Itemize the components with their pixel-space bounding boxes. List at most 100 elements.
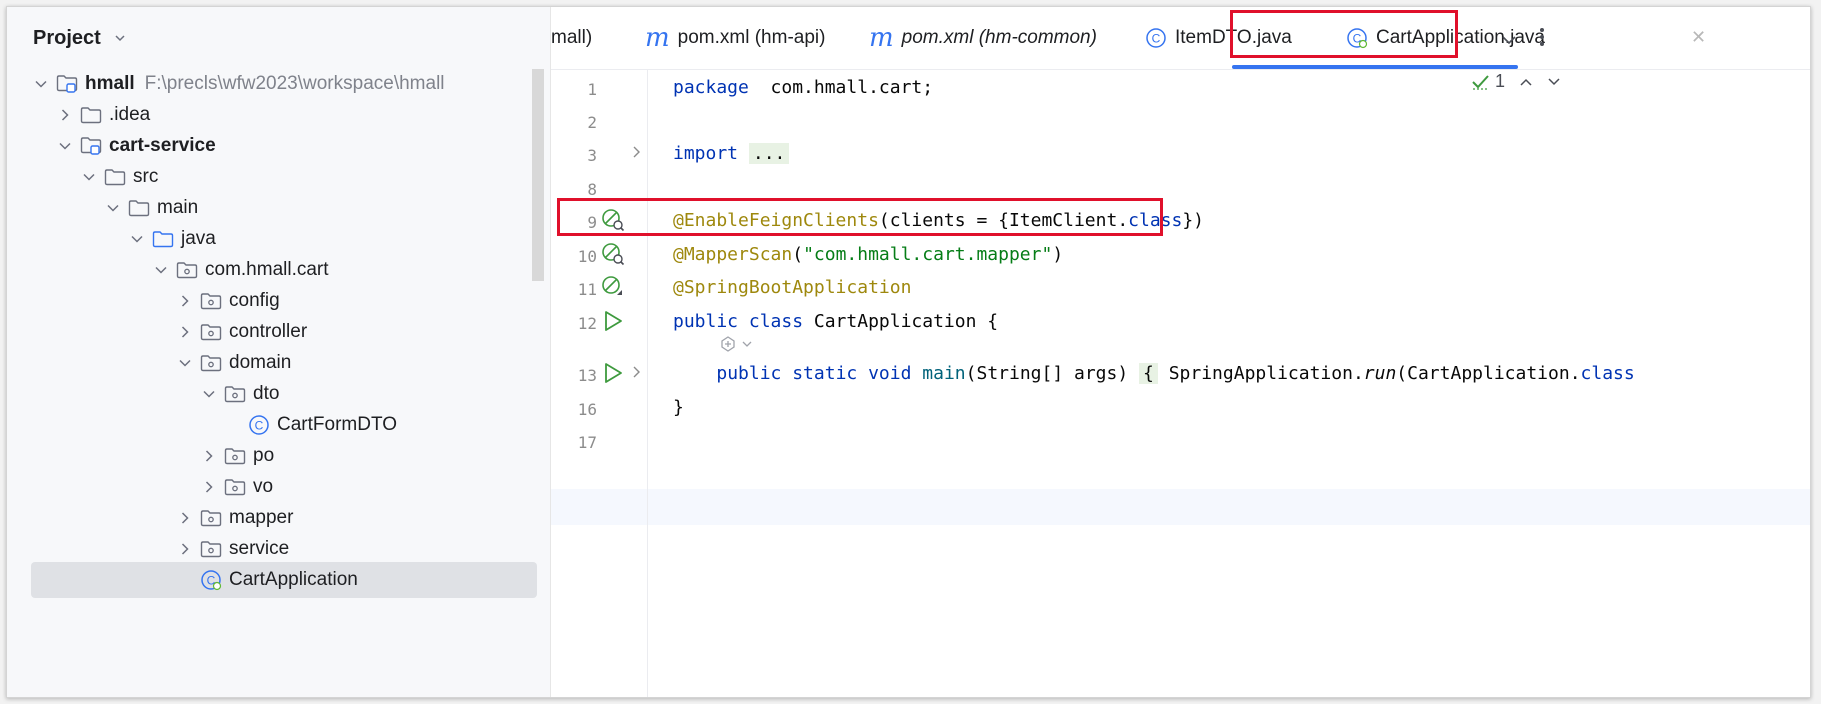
line-number: 2 — [587, 113, 597, 132]
chevron-right-icon[interactable] — [175, 291, 195, 311]
project-panel-title[interactable]: Project — [33, 27, 101, 50]
tab-pom-hm-api[interactable]: m pom.xml (hm-api) — [645, 7, 825, 69]
line-number: 12 — [577, 314, 597, 333]
chevron-down-icon[interactable] — [113, 31, 127, 50]
tree-item-label: src — [133, 166, 159, 187]
chevron-down-icon[interactable] — [127, 229, 147, 249]
project-scrollbar[interactable] — [532, 69, 544, 281]
chevron-right-icon[interactable] — [175, 322, 195, 342]
tree-item-label: CartFormDTO — [277, 414, 397, 435]
package-icon — [223, 446, 247, 466]
line-number: 13 — [577, 366, 597, 385]
inspection-widget[interactable]: 1 — [1471, 71, 1561, 92]
chevron-right-icon[interactable] — [55, 105, 75, 125]
chevron-down-icon[interactable] — [79, 167, 99, 187]
tree-item-label: mapper — [229, 507, 294, 528]
current-line-highlight — [551, 489, 1810, 525]
chevron-down-icon[interactable] — [175, 353, 195, 373]
code-line[interactable]: import ... — [673, 143, 790, 164]
class-icon: C — [247, 415, 271, 435]
module-icon — [55, 74, 79, 94]
line-number: 10 — [577, 247, 597, 266]
run-icon[interactable] — [601, 361, 625, 390]
spring-boot-icon[interactable] — [601, 275, 625, 304]
inspection-count: 1 — [1495, 71, 1506, 91]
tree-item-label: dto — [253, 383, 280, 404]
package-icon — [199, 539, 223, 559]
chevron-down-icon[interactable] — [151, 260, 171, 280]
tree-item-label: hmall — [85, 73, 135, 94]
tree-item-label: po — [253, 445, 275, 466]
tree-item-label: .idea — [109, 104, 151, 125]
package-icon — [199, 291, 223, 311]
line-number: 11 — [577, 280, 597, 299]
module-icon — [79, 136, 103, 156]
arrow-up-icon[interactable] — [1519, 76, 1533, 88]
tree-item-label: com.hmall.cart — [205, 259, 329, 280]
chevron-right-icon[interactable] — [175, 539, 195, 559]
tree-item-label: config — [229, 290, 280, 311]
tab-pom-hm-common[interactable]: m pom.xml (hm-common) — [869, 7, 1097, 69]
maven-icon: m — [645, 23, 670, 53]
ide-window: Project hmall F:\precls\wfw2023\workspace… — [6, 6, 1811, 698]
class-icon: C — [1145, 27, 1167, 49]
svg-text:C: C — [1152, 32, 1161, 46]
package-icon — [223, 477, 247, 497]
ai-hint-icon[interactable] — [719, 335, 753, 353]
line-number: 17 — [577, 433, 597, 452]
fold-chevron-icon[interactable] — [631, 365, 643, 384]
code-line[interactable]: } — [673, 397, 684, 418]
tree-item-label: CartApplication — [229, 569, 358, 590]
code-line[interactable]: @SpringBootApplication — [673, 277, 911, 298]
tree-item-path: F:\precls\wfw2023\workspace\hmall — [144, 73, 445, 94]
tree-item-cartapplication[interactable]: C CartApplication — [31, 562, 537, 598]
line-number: 3 — [587, 146, 597, 165]
spring-bean-icon[interactable] — [601, 242, 625, 271]
package-icon — [199, 322, 223, 342]
chevron-down-icon[interactable] — [31, 74, 51, 94]
folder-icon — [127, 198, 151, 218]
code-editor: mall) m pom.xml (hm-api) m pom.xml (hm-c… — [551, 7, 1810, 697]
highlight-box-tab — [1230, 10, 1458, 58]
active-tab-indicator — [1232, 65, 1518, 69]
tree-item-label: controller — [229, 321, 308, 342]
tab-hmall-pom[interactable]: mall) — [551, 7, 592, 69]
gutter-separator — [647, 69, 648, 697]
line-number: 8 — [587, 180, 597, 199]
spring-class-icon: C — [199, 570, 223, 591]
line-number: 1 — [587, 80, 597, 99]
project-panel: Project hmall F:\precls\wfw2023\workspace… — [7, 7, 551, 697]
chevron-down-icon[interactable] — [199, 384, 219, 404]
tree-item-label: cart-service — [109, 135, 216, 156]
chevron-right-icon[interactable] — [199, 446, 219, 466]
code-line[interactable]: package com.hmall.cart; — [673, 77, 933, 98]
code-line[interactable]: @MapperScan("com.hmall.cart.mapper") — [673, 244, 1063, 265]
svg-text:C: C — [255, 419, 264, 433]
chevron-right-icon[interactable] — [175, 508, 195, 528]
folder-icon — [103, 167, 127, 187]
chevron-right-icon[interactable] — [199, 477, 219, 497]
code-line[interactable]: public static void main(String[] args) {… — [673, 363, 1635, 384]
editor-tabs: mall) m pom.xml (hm-api) m pom.xml (hm-c… — [551, 7, 1810, 70]
tree-item-label: service — [229, 538, 290, 559]
arrow-down-icon[interactable] — [1547, 76, 1561, 88]
line-number: 16 — [577, 400, 597, 419]
package-icon — [199, 353, 223, 373]
more-vertical-icon[interactable] — [1539, 27, 1545, 53]
fold-chevron-icon[interactable] — [631, 145, 643, 164]
package-icon — [199, 508, 223, 528]
chevron-down-icon[interactable] — [1501, 31, 1517, 53]
highlight-box-annotation — [557, 198, 1163, 236]
package-icon — [175, 260, 199, 280]
maven-icon: m — [869, 23, 894, 53]
tree-item-label: vo — [253, 476, 274, 497]
source-folder-icon — [151, 229, 175, 249]
folder-icon — [79, 105, 103, 125]
chevron-down-icon[interactable] — [103, 198, 123, 218]
chevron-down-icon[interactable] — [55, 136, 75, 156]
close-icon[interactable]: ✕ — [1691, 27, 1706, 48]
run-icon[interactable] — [601, 309, 625, 338]
code-line[interactable]: public class CartApplication { — [673, 311, 998, 332]
